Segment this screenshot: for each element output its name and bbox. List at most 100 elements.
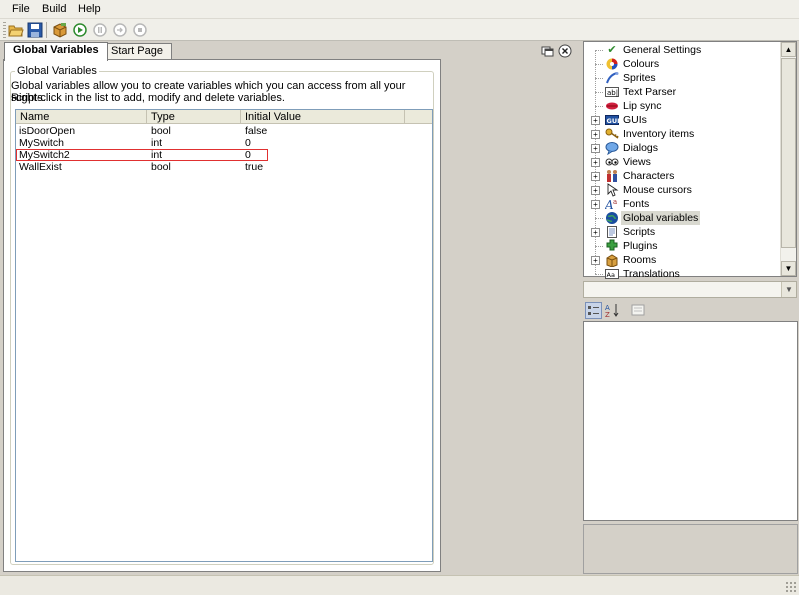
- tree-item-label: Text Parser: [623, 86, 677, 98]
- property-pages-icon[interactable]: [630, 302, 647, 319]
- tree-item-scripts[interactable]: + Scripts: [584, 225, 780, 239]
- tree-item-sprites[interactable]: Sprites: [584, 71, 780, 85]
- tree-item-dialogs[interactable]: + Dialogs: [584, 141, 780, 156]
- menu-file[interactable]: File: [12, 3, 30, 15]
- menu-build[interactable]: Build: [42, 3, 66, 15]
- toolbar-grip[interactable]: [3, 22, 6, 38]
- run-icon[interactable]: [72, 22, 88, 38]
- text-parser-icon: ab|: [605, 85, 619, 99]
- expand-icon[interactable]: +: [591, 116, 600, 125]
- chevron-down-icon[interactable]: ▼: [781, 282, 796, 297]
- svg-text:Aa: Aa: [607, 271, 615, 279]
- stop-icon[interactable]: [132, 22, 148, 38]
- room-icon: [605, 253, 619, 268]
- tree-item-general-settings[interactable]: ✔ General Settings: [584, 43, 780, 57]
- tree-item-label: Dialogs: [623, 142, 659, 154]
- project-tree[interactable]: ✔ General Settings Colours Sprites ab| T…: [583, 41, 797, 280]
- cell-name: isDoorOpen: [19, 125, 76, 137]
- tree-item-views[interactable]: + Views: [584, 155, 780, 169]
- status-bar: [0, 575, 799, 595]
- save-icon[interactable]: [27, 22, 43, 38]
- property-grid[interactable]: [583, 321, 798, 521]
- tree-item-lip-sync[interactable]: Lip sync: [584, 99, 780, 113]
- tree-item-text-parser[interactable]: ab| Text Parser: [584, 85, 780, 99]
- expand-icon[interactable]: +: [591, 256, 600, 265]
- package-icon[interactable]: [52, 22, 68, 38]
- tree-item-label: Global variables: [621, 211, 701, 225]
- svg-text:GUI: GUI: [607, 117, 620, 125]
- cell-value: 0: [245, 149, 251, 161]
- gui-icon: GUI: [605, 113, 620, 127]
- script-icon: [605, 225, 619, 239]
- svg-text:Z: Z: [605, 311, 610, 319]
- table-row-focused[interactable]: MySwitch2 int 0: [16, 149, 268, 161]
- sprites-icon: [605, 71, 619, 85]
- expand-icon[interactable]: +: [591, 200, 600, 209]
- scroll-thumb[interactable]: [781, 58, 796, 248]
- pause-icon[interactable]: [92, 22, 108, 38]
- svg-text:ab|: ab|: [607, 89, 618, 97]
- cell-name: WallExist: [19, 161, 62, 173]
- cell-type: int: [151, 137, 163, 149]
- tree-item-mouse-cursors[interactable]: + Mouse cursors: [584, 183, 780, 197]
- expand-icon[interactable]: +: [591, 172, 600, 181]
- window-list-icon[interactable]: [541, 44, 555, 58]
- tree-item-label: Inventory items: [623, 128, 695, 140]
- column-header-initial-value[interactable]: Initial Value: [241, 110, 405, 124]
- translation-icon: Aa: [605, 267, 619, 281]
- tree-item-label: Colours: [623, 58, 660, 70]
- tree-item-plugins[interactable]: Plugins: [584, 239, 780, 253]
- tree-item-label: Lip sync: [623, 100, 662, 112]
- tree-item-guis[interactable]: + GUI GUIs: [584, 113, 780, 127]
- tree-item-translations[interactable]: Aa Translations: [584, 267, 780, 281]
- categorized-icon[interactable]: [585, 302, 602, 319]
- document-tab-strip: Global Variables Start Page: [0, 41, 580, 61]
- expand-icon[interactable]: +: [591, 144, 600, 153]
- speech-bubble-icon: [605, 141, 619, 156]
- expand-icon[interactable]: +: [591, 158, 600, 167]
- table-row[interactable]: MySwitch int 0: [16, 137, 432, 149]
- expand-icon[interactable]: +: [591, 186, 600, 195]
- tree-item-label: General Settings: [623, 44, 702, 56]
- resize-grip-icon[interactable]: [785, 581, 797, 593]
- scroll-down-icon[interactable]: ▼: [781, 261, 796, 276]
- column-header-type[interactable]: Type: [147, 110, 241, 124]
- tree-item-label: Scripts: [623, 226, 656, 238]
- palette-icon: [605, 57, 619, 71]
- variables-list[interactable]: Name Type Initial Value isDoorOpen bool …: [15, 109, 433, 562]
- step-icon[interactable]: [112, 22, 128, 38]
- plugin-icon: [605, 239, 619, 253]
- close-tab-icon[interactable]: [558, 44, 572, 58]
- tree-item-global-variables[interactable]: Global variables: [584, 211, 780, 225]
- open-folder-icon[interactable]: [8, 22, 24, 38]
- table-row[interactable]: WallExist bool true: [16, 161, 432, 173]
- tree-scrollbar[interactable]: ▲ ▼: [780, 42, 796, 276]
- tree-item-inventory-items[interactable]: + Inventory items: [584, 127, 780, 141]
- toolbar: [0, 19, 799, 41]
- eyes-icon: [605, 155, 619, 169]
- tree-connector: [595, 92, 603, 93]
- alphabetical-icon[interactable]: AZ: [604, 302, 621, 319]
- expand-icon[interactable]: +: [591, 228, 600, 237]
- tree-item-fonts[interactable]: + Aa Fonts: [584, 197, 780, 212]
- menu-help[interactable]: Help: [78, 3, 101, 15]
- tab-global-variables[interactable]: Global Variables: [4, 42, 108, 61]
- table-row[interactable]: isDoorOpen bool false: [16, 125, 432, 137]
- tree-item-rooms[interactable]: + Rooms: [584, 253, 780, 268]
- cell-name: MySwitch2: [19, 149, 70, 161]
- font-icon: Aa: [604, 197, 619, 212]
- checkmark-icon: ✔: [607, 44, 617, 56]
- people-icon: [605, 169, 619, 183]
- tree-item-label: Sprites: [623, 72, 656, 84]
- tree-item-characters[interactable]: + Characters: [584, 169, 780, 183]
- cell-type: bool: [151, 161, 171, 173]
- menu-bar: File Build Help: [0, 0, 799, 19]
- tab-start-page[interactable]: Start Page: [102, 43, 172, 60]
- tree-item-colours[interactable]: Colours: [584, 57, 780, 71]
- expand-icon[interactable]: +: [591, 130, 600, 139]
- tree-item-label: Translations: [623, 268, 680, 280]
- cursor-icon: [605, 183, 619, 197]
- column-header-name[interactable]: Name: [16, 110, 147, 124]
- scroll-up-icon[interactable]: ▲: [781, 42, 796, 57]
- properties-object-select[interactable]: ▼: [583, 281, 797, 298]
